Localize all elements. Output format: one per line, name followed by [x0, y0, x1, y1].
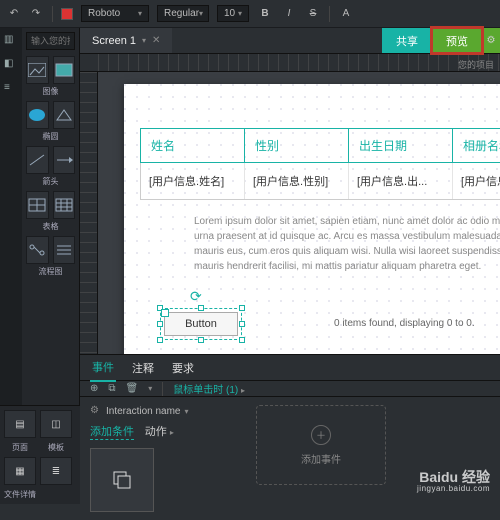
- font-size-value: 10: [224, 8, 235, 19]
- left-bottom-panel: ▤ ◫ 页面 模板 ▦ ≣ 文件详情: [0, 405, 80, 504]
- tab-reqs[interactable]: 要求: [170, 355, 196, 381]
- shape-line[interactable]: [26, 146, 49, 174]
- list-label: [40, 489, 72, 500]
- rail-assets-icon[interactable]: ≡: [4, 82, 18, 96]
- tab-menu-icon[interactable]: ▾: [142, 36, 146, 45]
- items-found-text: 0 items found, displaying 0 to 0.: [334, 318, 475, 329]
- ruler-horizontal[interactable]: [80, 54, 500, 72]
- shape-label: 椭圆: [26, 131, 75, 142]
- selection-box[interactable]: [160, 308, 242, 340]
- align-button[interactable]: A: [338, 6, 354, 22]
- divider: [329, 6, 330, 22]
- filedetails-icon[interactable]: ▦: [4, 457, 36, 485]
- data-table[interactable]: 姓名 性别 出生日期 相册名称 [用户信息.姓名] [用户信息.性别] [用户信…: [140, 128, 500, 200]
- shape-list[interactable]: [53, 236, 76, 264]
- pages-label: 页面: [4, 442, 36, 453]
- interaction-block: ⚙ Interaction name ▾ 添加条件 动作 ▸: [90, 405, 240, 512]
- canvas[interactable]: 姓名 性别 出生日期 相册名称 [用户信息.姓名] [用户信息.性别] [用户信…: [98, 72, 500, 354]
- more-icon[interactable]: ▾: [148, 384, 152, 393]
- shape-grid[interactable]: [53, 191, 76, 219]
- table-row: [用户信息.姓名] [用户信息.性别] [用户信息.出... [用户信息: [140, 163, 500, 200]
- font-weight-value: Regular: [164, 8, 199, 19]
- font-family-select[interactable]: Roboto▾: [81, 5, 149, 22]
- color-swatch[interactable]: [61, 8, 73, 20]
- shape-image[interactable]: [26, 56, 49, 84]
- ruler-vertical[interactable]: [80, 72, 98, 354]
- tab-events[interactable]: 事件: [90, 354, 116, 382]
- lorem-text[interactable]: Lorem ipsum dolor sit amet, sapien etiam…: [194, 214, 500, 274]
- interaction-name[interactable]: Interaction name: [106, 406, 181, 417]
- undo-icon[interactable]: ↶: [6, 6, 22, 22]
- shape-flow[interactable]: [26, 236, 49, 264]
- delete-icon[interactable]: 🗑: [126, 383, 139, 394]
- th-birth[interactable]: 出生日期: [349, 129, 453, 162]
- artboard[interactable]: 姓名 性别 出生日期 相册名称 [用户信息.姓名] [用户信息.性别] [用户信…: [124, 84, 500, 354]
- copy-icon[interactable]: ⧉: [108, 383, 115, 394]
- add-event-dropzone[interactable]: ＋ 添加事件: [256, 405, 386, 485]
- td-gender[interactable]: [用户信息.性别]: [245, 163, 349, 199]
- td-name[interactable]: [用户信息.姓名]: [141, 163, 245, 199]
- rail-screens-icon[interactable]: ▥: [4, 34, 18, 48]
- font-family-value: Roboto: [88, 8, 120, 19]
- bottom-panel: 事件 注释 要求 ⊕ ⧉ 🗑 ▾ 鼠标单击时 (1) ▸ ⚙ Interacti…: [80, 354, 500, 504]
- pages-icon[interactable]: ▤: [4, 410, 36, 438]
- td-album[interactable]: [用户信息: [453, 163, 500, 199]
- left-sidebar: ▥ ◧ ≡ 图像 椭圆: [0, 28, 80, 504]
- rail-widgets-icon[interactable]: ◧: [4, 58, 18, 72]
- tab-close-icon[interactable]: ✕: [152, 35, 160, 46]
- strike-button[interactable]: S: [305, 6, 321, 22]
- center-area: Screen 1 ▾ ✕ 共享 预览 ⚙ 您的项目 ⊞ 姓名: [80, 28, 500, 504]
- bottom-tools: ⊕ ⧉ 🗑 ▾ 鼠标单击时 (1) ▸: [80, 381, 500, 397]
- th-gender[interactable]: 性别: [245, 129, 349, 162]
- shape-label: 流程图: [26, 266, 75, 277]
- table-header: 姓名 性别 出生日期 相册名称: [140, 128, 500, 163]
- shape-arrow[interactable]: [53, 146, 76, 174]
- share-button[interactable]: 共享: [382, 28, 432, 53]
- shape-rect[interactable]: [53, 56, 76, 84]
- th-name[interactable]: 姓名: [141, 129, 245, 162]
- screen-tabbar: Screen 1 ▾ ✕ 共享 预览 ⚙: [80, 28, 500, 54]
- add-interaction-icon[interactable]: ⊕: [90, 383, 98, 394]
- bold-button[interactable]: B: [257, 6, 273, 22]
- add-condition-link[interactable]: 添加条件: [90, 423, 134, 440]
- td-birth[interactable]: [用户信息.出...: [349, 163, 453, 199]
- font-size-select[interactable]: 10▾: [217, 5, 249, 22]
- top-toolbar: ↶ ↷ Roboto▾ Regular▾ 10▾ B I S A: [0, 0, 500, 28]
- gear-icon[interactable]: ⚙: [90, 405, 102, 417]
- shape-label: 图像: [26, 86, 75, 97]
- project-note: 您的项目: [458, 58, 494, 71]
- list-icon[interactable]: ≣: [40, 457, 72, 485]
- bottom-tabs: 事件 注释 要求: [80, 355, 500, 381]
- th-album[interactable]: 相册名称: [453, 129, 500, 162]
- shape-triangle[interactable]: [53, 101, 76, 129]
- preview-settings-icon[interactable]: ⚙: [482, 28, 500, 53]
- tab-notes[interactable]: 注释: [130, 355, 156, 381]
- filedetails-label: 文件详情: [4, 489, 36, 500]
- preview-button[interactable]: 预览: [432, 28, 482, 53]
- chevron-down-icon[interactable]: ▾: [185, 407, 189, 416]
- templates-icon[interactable]: ◫: [40, 410, 72, 438]
- italic-button[interactable]: I: [281, 6, 297, 22]
- refresh-icon[interactable]: ⟳: [190, 288, 202, 305]
- shape-ellipse[interactable]: [26, 101, 49, 129]
- history-tools: ↶ ↷: [6, 6, 44, 22]
- shape-table[interactable]: [26, 191, 49, 219]
- font-weight-select[interactable]: Regular▾: [157, 5, 209, 22]
- search-input[interactable]: [26, 32, 75, 50]
- add-event-label: 添加事件: [301, 451, 341, 466]
- trigger-label[interactable]: 鼠标单击时 (1) ▸: [173, 381, 245, 396]
- action-label: 动作 ▸: [145, 426, 174, 438]
- shape-label: 表格: [26, 221, 75, 232]
- action-card[interactable]: [90, 448, 154, 512]
- redo-icon[interactable]: ↷: [28, 6, 44, 22]
- tab-screen-1[interactable]: Screen 1 ▾ ✕: [80, 28, 172, 53]
- tab-label: Screen 1: [92, 35, 136, 47]
- divider: [52, 6, 53, 22]
- stack-icon: [111, 469, 133, 491]
- plus-circle-icon: ＋: [311, 425, 331, 445]
- templates-label: 模板: [40, 442, 72, 453]
- shape-label: 箭头: [26, 176, 75, 187]
